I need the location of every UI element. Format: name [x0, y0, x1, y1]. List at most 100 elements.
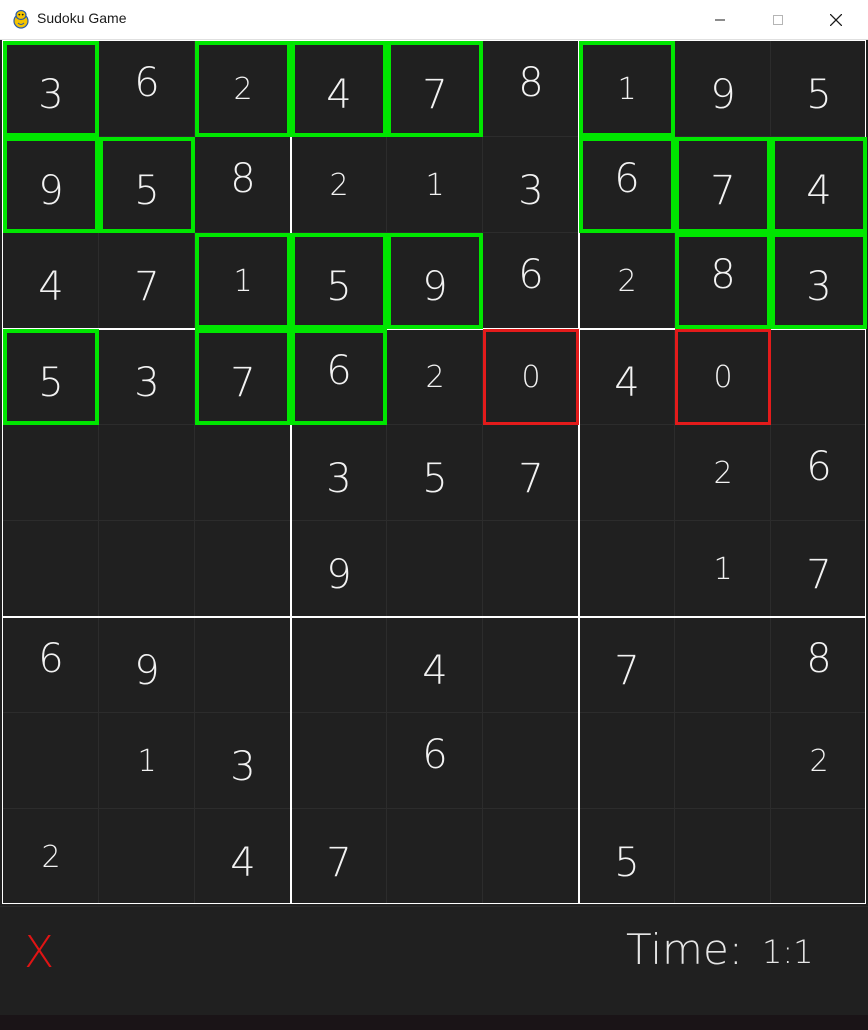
sudoku-cell[interactable]: 2 [771, 713, 867, 809]
title-bar: Sudoku Game [0, 0, 868, 40]
sudoku-cell[interactable] [675, 809, 771, 905]
sudoku-cell[interactable] [3, 713, 99, 809]
sudoku-cell[interactable]: 7 [99, 233, 195, 329]
sudoku-cell[interactable] [99, 521, 195, 617]
sudoku-cell[interactable] [387, 809, 483, 905]
sudoku-cell[interactable]: 3 [771, 233, 867, 329]
sudoku-cell[interactable]: 6 [3, 617, 99, 713]
sudoku-cell[interactable]: 9 [99, 617, 195, 713]
sudoku-cell[interactable]: 2 [291, 137, 387, 233]
sudoku-cell[interactable]: 4 [195, 809, 291, 905]
sudoku-cell[interactable] [675, 713, 771, 809]
sudoku-cell[interactable] [3, 425, 99, 521]
sudoku-cell[interactable]: 7 [483, 425, 579, 521]
sudoku-cell[interactable]: 5 [99, 137, 195, 233]
game-area: 3624781959582136744715962835376204035726… [0, 40, 868, 1015]
sudoku-cell[interactable] [99, 809, 195, 905]
sudoku-cell[interactable]: 7 [291, 809, 387, 905]
time-value: 1:1 [762, 933, 814, 971]
box-border-vertical [578, 41, 580, 903]
sudoku-cell[interactable]: 2 [579, 233, 675, 329]
sudoku-cell[interactable]: 4 [579, 329, 675, 425]
sudoku-cell[interactable] [387, 521, 483, 617]
sudoku-cell[interactable]: 2 [675, 425, 771, 521]
sudoku-cell[interactable] [579, 521, 675, 617]
sudoku-cell[interactable]: 1 [387, 137, 483, 233]
sudoku-cell[interactable]: 5 [3, 329, 99, 425]
sudoku-cell[interactable] [675, 617, 771, 713]
box-border-vertical [290, 41, 292, 903]
sudoku-cell[interactable]: 7 [579, 617, 675, 713]
sudoku-cell[interactable]: 3 [483, 137, 579, 233]
sudoku-cell[interactable] [291, 713, 387, 809]
sudoku-cell[interactable]: 8 [483, 41, 579, 137]
sudoku-cell[interactable] [195, 521, 291, 617]
sudoku-cell[interactable]: 5 [771, 41, 867, 137]
minimize-icon [715, 19, 725, 21]
sudoku-cell[interactable]: 1 [675, 521, 771, 617]
sudoku-cell[interactable] [483, 809, 579, 905]
sudoku-cell[interactable] [99, 425, 195, 521]
sudoku-cell[interactable]: 6 [387, 713, 483, 809]
sudoku-cell[interactable] [771, 329, 867, 425]
sudoku-cell[interactable]: 7 [771, 521, 867, 617]
sudoku-cell[interactable]: 2 [195, 41, 291, 137]
box-border-horizontal [3, 328, 865, 330]
sudoku-cell[interactable]: 7 [675, 137, 771, 233]
sudoku-cell[interactable] [483, 521, 579, 617]
sudoku-cell[interactable]: 3 [99, 329, 195, 425]
sudoku-cell[interactable]: 4 [771, 137, 867, 233]
sudoku-cell[interactable]: 2 [387, 329, 483, 425]
sudoku-cell[interactable] [579, 425, 675, 521]
close-button[interactable] [813, 0, 859, 40]
sudoku-cell[interactable]: 8 [771, 617, 867, 713]
sudoku-cell[interactable]: 3 [3, 41, 99, 137]
pygame-snake-icon [13, 9, 29, 29]
sudoku-board[interactable]: 3624781959582136744715962835376204035726… [2, 40, 867, 905]
sudoku-cell[interactable] [3, 521, 99, 617]
time-label: Time: [626, 925, 743, 974]
sudoku-cell[interactable]: 7 [195, 329, 291, 425]
sudoku-cell[interactable]: 9 [387, 233, 483, 329]
sudoku-cell[interactable]: 9 [675, 41, 771, 137]
sudoku-cell[interactable]: 1 [99, 713, 195, 809]
sudoku-cell[interactable]: 9 [3, 137, 99, 233]
strike-indicator: X [24, 927, 55, 978]
sudoku-cell[interactable]: 0 [675, 329, 771, 425]
minimize-button[interactable] [697, 0, 743, 40]
sudoku-cell[interactable]: 4 [3, 233, 99, 329]
sudoku-cell[interactable]: 5 [387, 425, 483, 521]
sudoku-cell[interactable]: 7 [387, 41, 483, 137]
sudoku-cell[interactable] [291, 617, 387, 713]
sudoku-cell[interactable] [483, 617, 579, 713]
sudoku-cell[interactable]: 6 [291, 329, 387, 425]
sudoku-cell[interactable]: 8 [675, 233, 771, 329]
sudoku-cell[interactable]: 6 [99, 41, 195, 137]
sudoku-cell[interactable]: 1 [195, 233, 291, 329]
box-border-horizontal [3, 616, 865, 618]
window-bottom-edge [0, 1015, 868, 1030]
sudoku-cell[interactable]: 3 [291, 425, 387, 521]
sudoku-cell[interactable]: 0 [483, 329, 579, 425]
sudoku-cell[interactable]: 8 [195, 137, 291, 233]
close-icon [830, 14, 842, 26]
sudoku-cell[interactable] [195, 425, 291, 521]
sudoku-cell[interactable]: 5 [579, 809, 675, 905]
sudoku-cell[interactable]: 1 [579, 41, 675, 137]
sudoku-cell[interactable]: 6 [579, 137, 675, 233]
sudoku-cell[interactable]: 4 [387, 617, 483, 713]
window-title: Sudoku Game [37, 10, 127, 26]
sudoku-cell[interactable]: 4 [291, 41, 387, 137]
sudoku-cell[interactable] [195, 617, 291, 713]
sudoku-cell[interactable]: 6 [771, 425, 867, 521]
maximize-icon [773, 15, 783, 25]
maximize-button[interactable] [755, 0, 801, 40]
sudoku-cell[interactable] [771, 809, 867, 905]
sudoku-cell[interactable]: 5 [291, 233, 387, 329]
sudoku-cell[interactable]: 2 [3, 809, 99, 905]
sudoku-cell[interactable] [579, 713, 675, 809]
sudoku-cell[interactable]: 3 [195, 713, 291, 809]
sudoku-cell[interactable] [483, 713, 579, 809]
sudoku-cell[interactable]: 9 [291, 521, 387, 617]
sudoku-cell[interactable]: 6 [483, 233, 579, 329]
